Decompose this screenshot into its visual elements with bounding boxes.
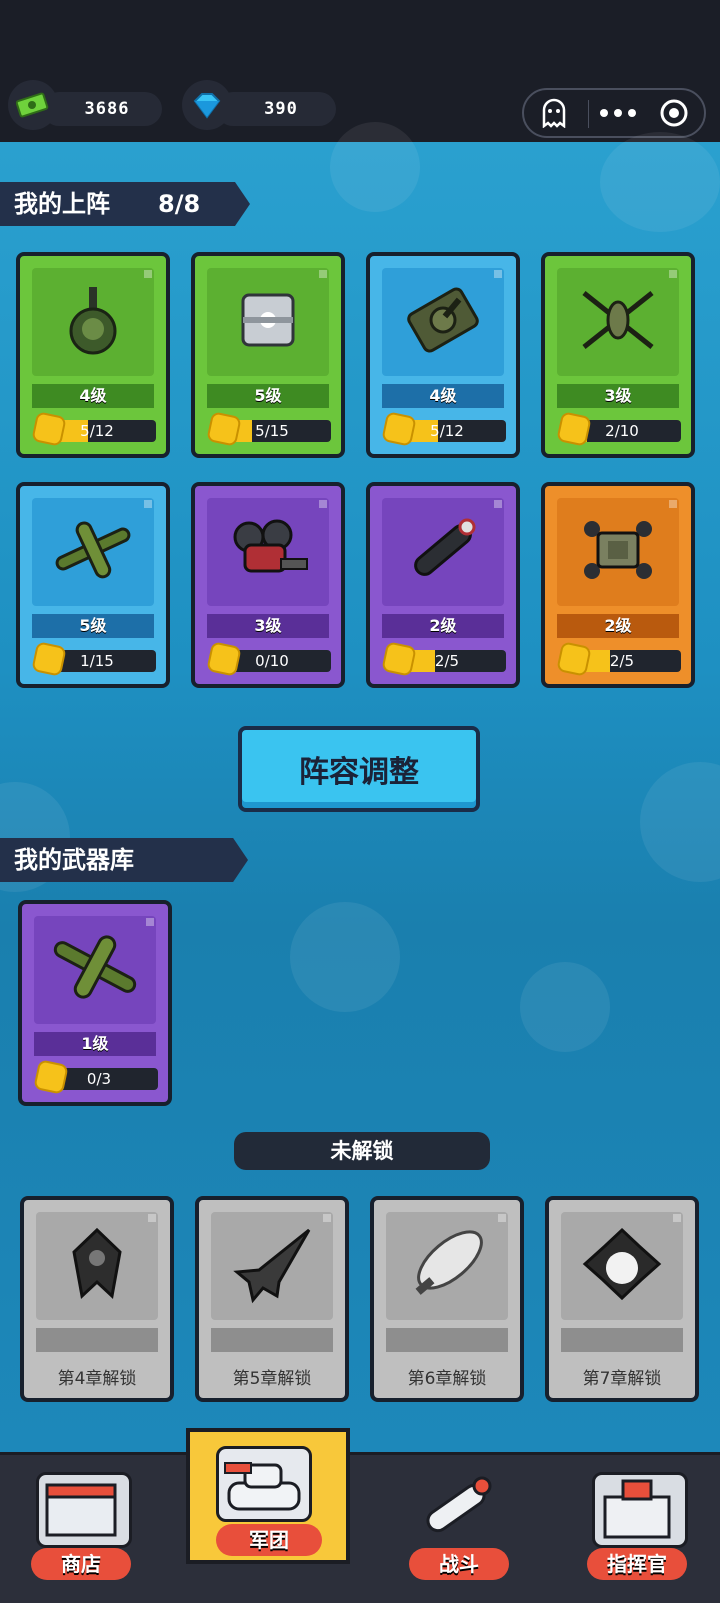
boss-ship-icon [579,1224,665,1308]
nav-shop[interactable]: 商店 [6,1452,156,1592]
card-level: 3级 [254,616,282,635]
missile-icon [400,515,486,589]
weapon-card[interactable]: 1级 0/3 [18,900,172,1106]
card-level: 2级 [604,616,632,635]
weapon-card[interactable]: 3级 0/10 [191,482,345,688]
lineup-header: 我的上阵 8/8 [0,182,250,226]
card-level: 2级 [429,616,457,635]
shop-icon [36,1472,132,1548]
puzzle-piece-icon [33,413,65,445]
card-level: 1级 [81,1034,109,1053]
puzzle-piece-icon [208,643,240,675]
weapon-card[interactable]: 2级 2/5 [541,482,695,688]
puzzle-piece-icon [383,413,415,445]
metal-cube-icon [237,289,299,355]
weapon-card[interactable]: 5级 1/15 [16,482,170,688]
lineup-title: 我的上阵 [14,190,110,218]
puzzle-piece-icon [208,413,240,445]
unlock-requirement: 第6章解锁 [407,1369,487,1389]
nav-army-label: 军团 [216,1524,322,1556]
alien-mech-icon [62,1224,132,1308]
card-level: 4级 [79,386,107,405]
more-icon[interactable] [588,90,648,136]
tank-icon [216,1446,312,1522]
card-level: 4级 [429,386,457,405]
cash-resource[interactable]: 3686 [8,80,168,130]
card-level: 3级 [604,386,632,405]
weapon-card[interactable]: 2级 2/5 [366,482,520,688]
cash-value: 3686 [84,99,130,119]
puzzle-piece-icon [558,643,590,675]
arsenal-title: 我的武器库 [14,846,134,874]
locked-weapon-card[interactable]: 第5章解锁 [195,1196,349,1402]
nav-battle[interactable]: 战斗 [384,1452,534,1592]
weapon-card[interactable]: 5级 5/15 [191,252,345,458]
nav-battle-label: 战斗 [409,1548,509,1580]
mini-program-capsule [522,88,706,138]
lineup-count: 8/8 [158,190,201,218]
gun-turret-icon [63,285,123,359]
nav-shop-label: 商店 [31,1548,131,1580]
propeller-plane-icon [50,515,136,589]
unlock-requirement: 第7章解锁 [582,1369,662,1389]
drone-tank-icon [578,515,658,589]
tank-icon [403,285,483,359]
jet-fighter-icon [229,1224,315,1308]
close-target-icon[interactable] [644,90,704,136]
weapon-card[interactable]: 3级 2/10 [541,252,695,458]
helicopter-icon [578,285,658,359]
cash-icon [8,80,58,130]
hq-icon [592,1472,688,1548]
locked-weapon-card[interactable]: 第7章解锁 [545,1196,699,1402]
gem-icon [182,80,232,130]
adjust-lineup-button[interactable]: 阵容调整 [238,726,480,812]
weapon-card[interactable]: 4级 5/12 [16,252,170,458]
nav-commander-label: 指挥官 [587,1548,687,1580]
locked-weapon-card[interactable]: 第4章解锁 [20,1196,174,1402]
weapon-card[interactable]: 4级 5/12 [366,252,520,458]
puzzle-piece-icon [35,1061,67,1093]
puzzle-piece-icon [558,413,590,445]
card-level: 5级 [254,386,282,405]
unlock-requirement: 第5章解锁 [232,1369,312,1389]
card-level: 5级 [79,616,107,635]
nav-commander[interactable]: 指挥官 [562,1452,712,1592]
puzzle-piece-icon [33,643,65,675]
gem-value: 390 [264,99,298,119]
airship-icon [402,1224,492,1308]
status-bar [0,0,720,72]
ghost-icon[interactable] [524,90,584,136]
unlock-requirement: 第4章解锁 [57,1369,137,1389]
nav-army[interactable]: 军团 [186,1428,350,1564]
gem-resource[interactable]: 390 [182,80,342,130]
mech-robot-icon [225,515,311,589]
locked-weapon-card[interactable]: 第6章解锁 [370,1196,524,1402]
rocket-icon [414,1472,504,1542]
propeller-plane-icon [47,928,143,1012]
locked-header: 未解锁 [234,1132,490,1170]
arsenal-header: 我的武器库 [0,838,248,882]
puzzle-piece-icon [383,643,415,675]
